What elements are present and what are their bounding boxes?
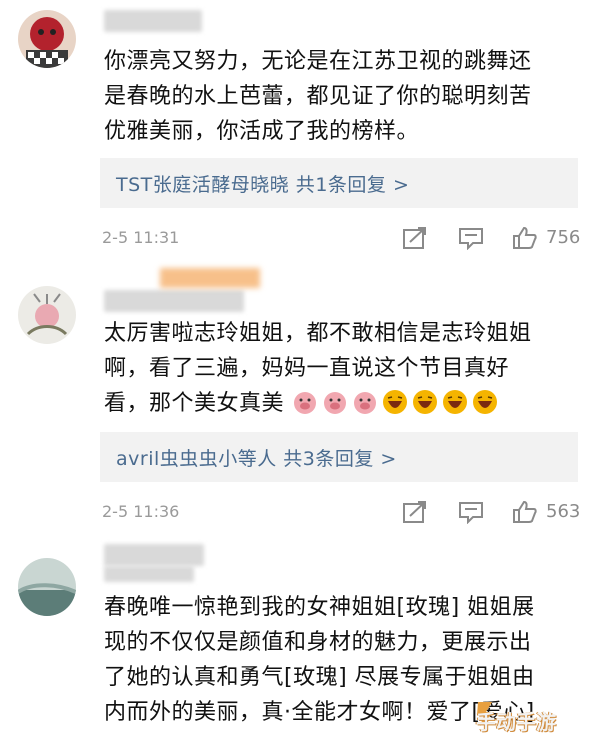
comment-icon[interactable] (458, 500, 484, 524)
comment-meta: 2-5 11:36 563 (100, 498, 580, 528)
username-blurred[interactable] (104, 566, 194, 582)
laugh-emoji (442, 390, 467, 414)
reply-link[interactable]: TST张庭活酵母晓晓 共1条回复 > (100, 158, 578, 208)
username-blurred[interactable] (104, 10, 202, 32)
pig-emoji (293, 392, 316, 414)
comment-icon[interactable] (458, 226, 484, 250)
timestamp: 2-5 11:36 (102, 502, 180, 521)
pig-emoji (353, 392, 376, 414)
like-count: 563 (546, 501, 581, 522)
like-icon[interactable] (512, 500, 538, 524)
laugh-emoji (472, 390, 497, 414)
like-count: 756 (546, 227, 581, 248)
avatar[interactable] (18, 10, 76, 68)
username-blurred[interactable] (104, 290, 244, 312)
like-icon[interactable] (512, 226, 538, 250)
share-icon[interactable] (402, 500, 428, 524)
avatar[interactable] (18, 286, 76, 344)
comment-text: 太厉害啦志玲姐姐，都不敢相信是志玲姐姐 啊，看了三遍，妈妈一直说这个节目真好 看… (104, 321, 532, 416)
emoji-row (284, 390, 502, 416)
comment-text: 你漂亮又努力，无论是在江苏卫视的跳舞还 是春晚的水上芭蕾，都见证了你的聪明刻苦 … (104, 49, 532, 144)
pig-emoji (323, 392, 346, 414)
laugh-emoji (382, 390, 407, 414)
avatar[interactable] (18, 558, 76, 616)
share-icon[interactable] (402, 226, 428, 250)
reply-link[interactable]: avril虫虫虫小等人 共3条回复 > (100, 432, 578, 482)
watermark-text: 手动手游 (476, 710, 556, 734)
timestamp: 2-5 11:31 (102, 228, 180, 247)
comment-meta: 2-5 11:31 756 (100, 224, 580, 254)
username-blurred[interactable] (104, 544, 204, 566)
laugh-emoji (412, 390, 437, 414)
blurred-badge (160, 268, 260, 288)
